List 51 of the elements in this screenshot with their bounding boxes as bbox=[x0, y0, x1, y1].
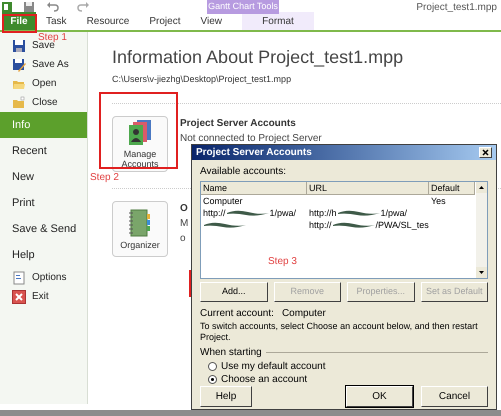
menu-section[interactable]: Save & Send bbox=[0, 216, 87, 242]
step-label: Step 2 bbox=[90, 171, 119, 185]
current-account-label: Current account: bbox=[200, 307, 274, 321]
menu-section[interactable]: New bbox=[0, 164, 87, 190]
ribbon-tab[interactable]: View bbox=[190, 12, 232, 30]
radio-option[interactable]: Use my default account bbox=[208, 360, 488, 373]
section-text: Not connected to Project Server bbox=[180, 132, 322, 146]
dialog-button[interactable]: OK bbox=[346, 386, 413, 407]
group-label: When starting bbox=[200, 346, 262, 360]
menu-section[interactable]: Help bbox=[0, 242, 87, 268]
ribbon-tab[interactable]: Format bbox=[242, 12, 314, 30]
account-text: /PWA/SL_tes bbox=[376, 219, 429, 231]
menu-command[interactable]: Exit bbox=[0, 287, 87, 306]
account-text: Computer bbox=[203, 195, 243, 207]
current-account-value: Computer bbox=[282, 307, 326, 321]
ribbon-tab[interactable]: Task bbox=[36, 12, 77, 30]
list-label: Available accounts: bbox=[200, 165, 287, 179]
file-path: C:\Users\v-jiezhg\Desktop\Project_test1.mpp bbox=[112, 73, 292, 86]
menu-section[interactable]: Print bbox=[0, 190, 87, 216]
menu-command[interactable]: Options bbox=[0, 268, 87, 287]
section-text: o bbox=[180, 232, 187, 246]
account-text: Yes bbox=[431, 195, 446, 207]
menu-command[interactable]: Save As bbox=[0, 55, 87, 74]
menu-section[interactable]: Recent bbox=[0, 138, 87, 164]
large-button[interactable]: Organizer bbox=[112, 200, 168, 256]
ribbon-tab[interactable]: Resource bbox=[76, 12, 140, 30]
column-header[interactable]: Default bbox=[429, 182, 475, 195]
window-title: Project_test1.mpp bbox=[416, 0, 497, 14]
dialog-button[interactable]: Help bbox=[200, 386, 252, 407]
section-text: M bbox=[180, 216, 188, 230]
page-heading: Information About Project_test1.mpp bbox=[112, 46, 404, 69]
dialog-button[interactable]: Cancel bbox=[421, 386, 488, 407]
account-text: 1/pwa/ bbox=[270, 207, 296, 219]
radio-option[interactable]: Choose an account bbox=[208, 373, 488, 386]
account-text: 1/pwa/ bbox=[380, 207, 408, 219]
account-text: http:// bbox=[309, 219, 332, 231]
large-button[interactable]: Manage Accounts bbox=[112, 116, 168, 172]
section-title: Project Server Accounts bbox=[180, 116, 297, 130]
account-text: http://h bbox=[309, 207, 337, 219]
ribbon-tab[interactable]: Project bbox=[139, 12, 190, 30]
switch-hint: To switch accounts, select Choose an account below, and then restart Project. bbox=[200, 321, 479, 343]
menu-command[interactable]: Close bbox=[0, 93, 87, 112]
menu-command[interactable]: Open bbox=[0, 74, 87, 93]
column-header[interactable]: URL bbox=[307, 182, 429, 195]
step-label: Step 3 bbox=[268, 255, 297, 269]
section-title: O bbox=[180, 202, 188, 216]
contextual-tab-group: Gantt Chart Tools bbox=[207, 0, 279, 14]
account-text: http:// bbox=[203, 207, 226, 219]
dialog-title: Project Server Accounts bbox=[196, 146, 312, 160]
dialog-button[interactable]: Add... bbox=[200, 282, 268, 302]
column-header[interactable]: Name bbox=[201, 182, 307, 195]
